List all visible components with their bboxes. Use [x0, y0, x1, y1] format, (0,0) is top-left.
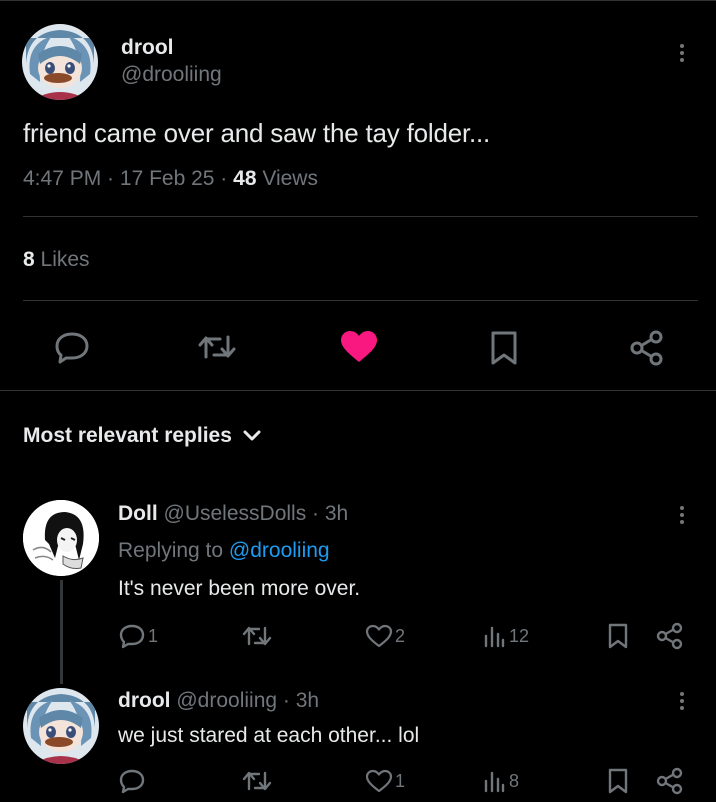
likes-count: 8 — [23, 248, 35, 271]
reply-avatar[interactable] — [23, 688, 99, 764]
reply-author-handle[interactable]: @drooliing — [176, 689, 277, 713]
post-time[interactable]: 4:47 PM — [23, 167, 101, 191]
views-count: 48 — [233, 167, 257, 190]
more-options-icon[interactable] — [677, 692, 687, 710]
top-divider — [0, 0, 716, 1]
author-name[interactable]: drool — [121, 36, 174, 60]
more-options-icon[interactable] — [677, 506, 687, 524]
reply-header: Doll @UselessDolls · 3h — [118, 502, 349, 526]
replying-to-link[interactable]: @drooliing — [229, 539, 330, 563]
bookmark-icon[interactable] — [607, 622, 629, 650]
replies-sort-dropdown[interactable]: Most relevant replies — [23, 424, 262, 448]
replying-to: Replying to @drooliing — [118, 539, 330, 563]
more-options-icon[interactable] — [677, 44, 687, 62]
thread-line — [60, 580, 63, 684]
bar-chart-icon — [483, 769, 505, 793]
view-count: 8 — [509, 770, 520, 791]
like-button[interactable]: 1 — [365, 769, 405, 793]
like-button[interactable]: 2 — [365, 624, 405, 648]
repost-icon[interactable] — [196, 331, 238, 363]
bookmark-icon[interactable] — [490, 330, 518, 366]
reply-button[interactable]: 1 — [118, 623, 158, 649]
reply-avatar[interactable] — [23, 500, 99, 576]
bar-chart-icon — [483, 624, 505, 648]
repost-icon[interactable] — [241, 623, 273, 649]
replies-sort-label: Most relevant replies — [23, 424, 232, 447]
author-avatar[interactable] — [22, 24, 98, 100]
reply-text: It's never been more over. — [118, 577, 361, 600]
meta-divider — [23, 216, 698, 217]
stats-divider — [23, 300, 698, 301]
post-text: friend came over and saw the tay folder.… — [23, 118, 491, 148]
reply-icon[interactable] — [54, 330, 90, 364]
like-count: 2 — [395, 625, 406, 646]
views-button[interactable]: 12 — [483, 624, 529, 648]
chevron-down-icon — [242, 429, 262, 443]
reply-author-name[interactable]: drool — [118, 689, 171, 713]
reply-author-handle[interactable]: @UselessDolls — [164, 502, 307, 526]
reply-header: drool @drooliing · 3h — [118, 689, 320, 713]
reply-author-name[interactable]: Doll — [118, 502, 158, 526]
reply-icon — [118, 623, 146, 649]
heart-outline-icon — [365, 769, 393, 793]
actions-divider — [0, 390, 716, 391]
post-meta: 4:47 PM · 17 Feb 25 · 48 Views — [23, 167, 318, 191]
likes-stat[interactable]: 8 Likes — [23, 248, 90, 272]
views-label: Views — [256, 167, 318, 190]
reply-time[interactable]: 3h — [325, 502, 348, 526]
bookmark-icon[interactable] — [607, 767, 629, 795]
share-icon[interactable] — [656, 622, 684, 650]
reply-icon[interactable] — [118, 768, 146, 794]
post-date[interactable]: 17 Feb 25 — [120, 167, 215, 191]
reply-count: 1 — [148, 625, 159, 646]
author-handle[interactable]: @drooliing — [121, 63, 222, 87]
likes-label: Likes — [34, 248, 90, 271]
reply-text: we just stared at each other... lol — [118, 724, 420, 747]
views-button[interactable]: 8 — [483, 769, 519, 793]
share-icon[interactable] — [629, 330, 665, 366]
share-icon[interactable] — [656, 767, 684, 795]
heart-outline-icon — [365, 624, 393, 648]
view-count: 12 — [509, 625, 530, 646]
reply-time[interactable]: 3h — [296, 689, 319, 713]
like-count: 1 — [395, 770, 406, 791]
like-icon[interactable] — [340, 331, 378, 363]
repost-icon[interactable] — [241, 768, 273, 794]
